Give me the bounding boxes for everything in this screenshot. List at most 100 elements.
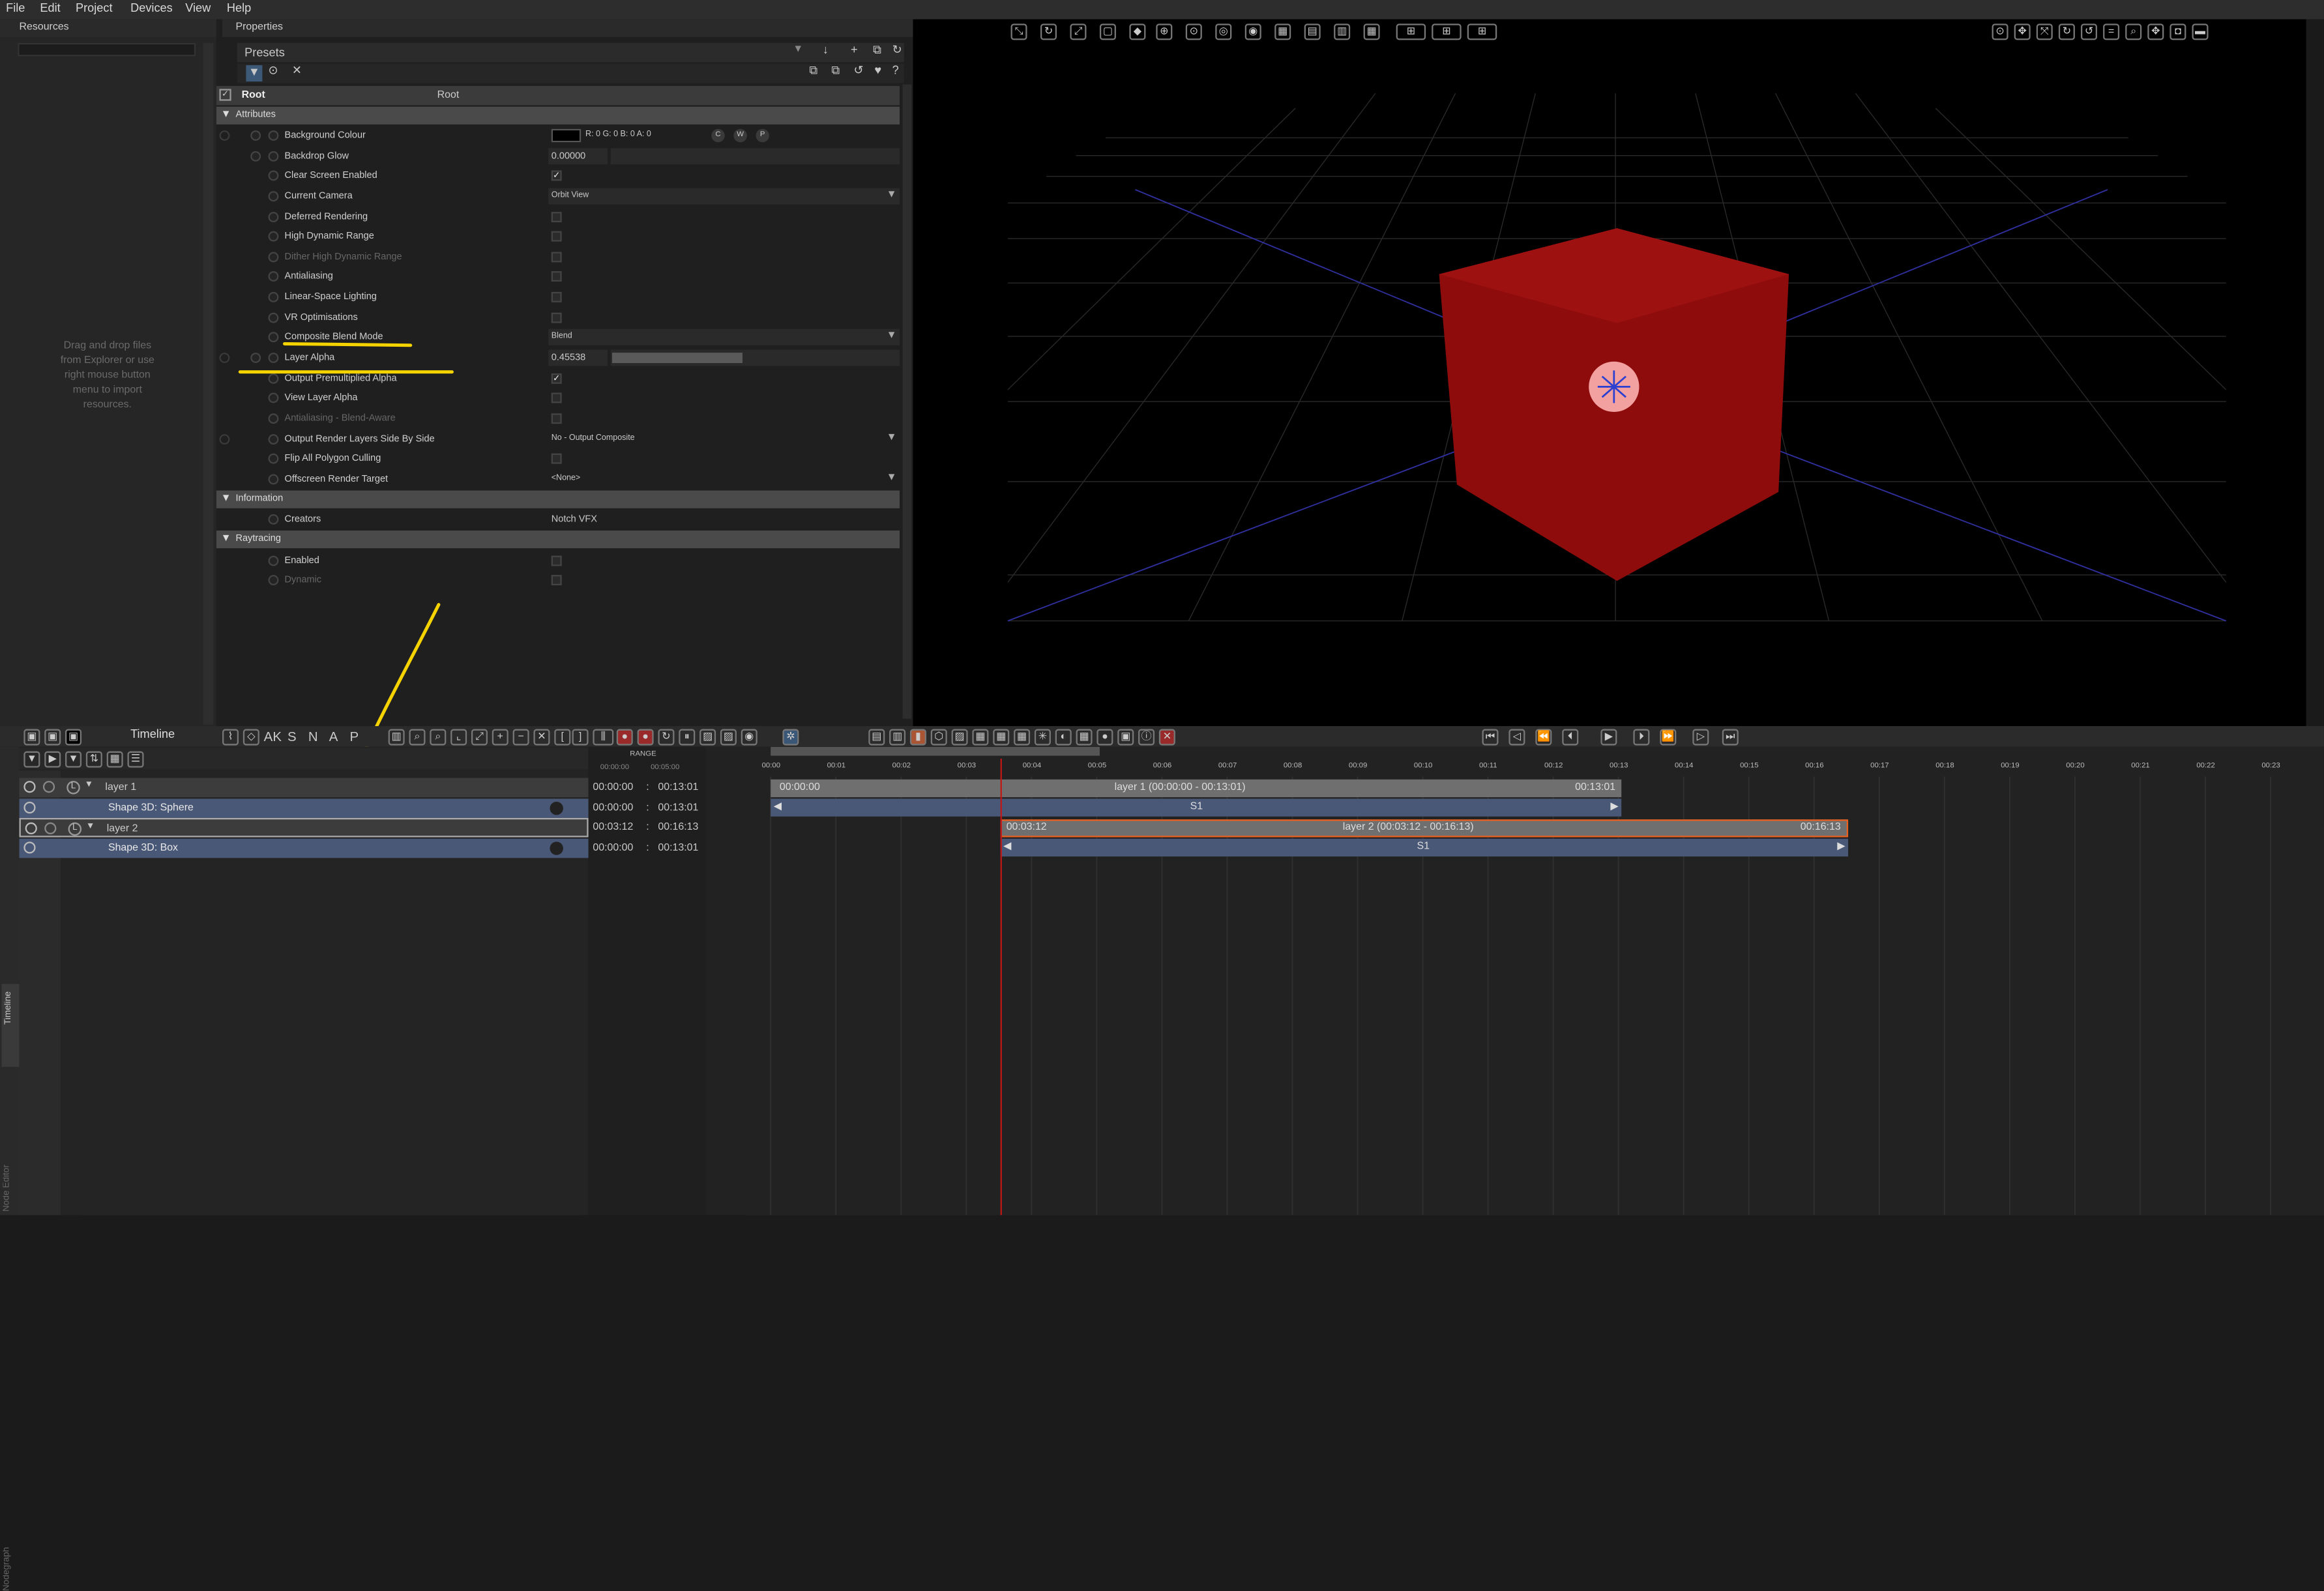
layer-row[interactable]: L ▼ layer 2	[19, 817, 589, 838]
solo-icon[interactable]	[42, 781, 55, 793]
fit-icon[interactable]: ⌞	[450, 729, 467, 746]
row-start[interactable]: 00:00:00	[593, 782, 633, 793]
trim-left-icon[interactable]: ◀	[774, 800, 782, 812]
viewport[interactable]: ⤡ ↻ ⤢ ▢ ◆ ⊕ ⊙ ◎ ◉ ▦ ▤ ▥ ▦ ⊞ ⊞ ⊞ ⊙ ✥ ⤧ ↻ …	[913, 19, 2324, 727]
collapse-icon[interactable]: ▼	[86, 823, 95, 832]
time-ruler[interactable]: 00:00 00:01 00:02 00:03 00:04 00:05 00:06 00:07…	[705, 757, 2324, 778]
scl-lock-icon[interactable]: ⊞	[1467, 23, 1497, 40]
stripe-icon[interactable]: ▨	[951, 729, 968, 746]
trim-right-icon[interactable]: ▶	[1837, 840, 1845, 852]
play-icon[interactable]: ▶	[44, 751, 61, 768]
light-icon[interactable]: ✳	[1034, 729, 1051, 746]
select-icon[interactable]: ▢	[1099, 23, 1116, 40]
info-icon[interactable]: ⓘ	[1138, 729, 1155, 746]
skip-end-icon[interactable]: ⏭	[1722, 729, 1739, 746]
stop-icon[interactable]: ✕	[1158, 729, 1175, 746]
trim-left-icon[interactable]: ◀	[1003, 840, 1011, 852]
curve-icon[interactable]: ⌇	[222, 729, 239, 746]
pan-icon[interactable]: ✥	[2147, 23, 2164, 40]
fast-forward-icon[interactable]: ⏩	[1660, 729, 1677, 746]
snap-toggle-ak[interactable]: AK	[264, 729, 282, 744]
skip-start-icon[interactable]: ⏮	[1482, 729, 1499, 746]
rotate-icon[interactable]: ↻	[1040, 23, 1057, 40]
clip-layer-2[interactable]: 00:03:12 layer 2 (00:03:12 - 00:16:13) 0…	[1000, 819, 1849, 838]
record-icon[interactable]: ◉	[741, 729, 758, 746]
clip-box[interactable]: ◀ S1 ▶	[1000, 838, 1849, 857]
range-start[interactable]: 00:00:00	[600, 763, 629, 772]
row-start[interactable]: 00:00:00	[593, 843, 633, 854]
range-end[interactable]: 00:05:00	[651, 763, 679, 772]
pos-lock-icon[interactable]: ⊞	[1396, 23, 1426, 40]
range-row[interactable]: 00:00:00:00:13:01	[593, 782, 698, 793]
remove-icon[interactable]: −	[512, 729, 529, 746]
row-end[interactable]: 00:13:01	[658, 803, 698, 813]
timeline-scrollbar[interactable]	[771, 746, 1100, 756]
layer-row[interactable]: Shape 3D: Box	[19, 838, 589, 858]
eye-icon[interactable]	[23, 841, 36, 854]
track-area[interactable]: 00:00 00:01 00:02 00:03 00:04 00:05 00:06 00:07…	[705, 746, 2324, 1216]
range-row[interactable]: 00:00:00:00:13:01	[593, 803, 698, 813]
grid-icon[interactable]: ▦	[1363, 23, 1380, 40]
box-icon[interactable]: ⬡	[930, 729, 947, 746]
lock-icon[interactable]: L	[68, 822, 82, 836]
solo-icon[interactable]	[44, 822, 57, 834]
snap-toggle-s[interactable]: S	[287, 729, 297, 744]
pause-icon[interactable]: ⏸	[679, 729, 696, 746]
tab-timeline[interactable]: Timeline	[1, 984, 20, 1067]
orbit-icon[interactable]: ⊙	[1185, 23, 1202, 40]
collapse-icon[interactable]: ▼	[85, 781, 94, 790]
pivot-icon[interactable]: ⊕	[1156, 23, 1173, 40]
row-start[interactable]: 00:00:00	[593, 803, 633, 813]
camera-icon[interactable]: ◉	[1244, 23, 1261, 40]
color-icon[interactable]: ▮	[909, 729, 926, 746]
bracket-left-icon[interactable]: [	[554, 729, 571, 746]
stats-icon[interactable]: ▤	[868, 729, 885, 746]
grid-icon[interactable]: ▥	[889, 729, 906, 746]
image-icon[interactable]: ▣	[1117, 729, 1134, 746]
collapse-icon[interactable]: ▼	[23, 751, 40, 768]
zoom-icon[interactable]: ⌕	[430, 729, 447, 746]
grid-icon[interactable]: ▦	[1014, 729, 1031, 746]
layout-icon[interactable]: ▣	[44, 729, 61, 746]
row-start[interactable]: 00:03:12	[593, 823, 633, 833]
eye-icon[interactable]	[23, 781, 36, 793]
row-end[interactable]: 00:16:13	[658, 823, 698, 833]
row-end[interactable]: 00:13:01	[658, 843, 698, 854]
snap-toggle-a[interactable]: A	[329, 729, 338, 744]
eye-icon[interactable]	[23, 801, 36, 814]
record-icon[interactable]: ●	[616, 729, 633, 746]
target-icon[interactable]: ⊙	[1992, 23, 2008, 40]
trim-right-icon[interactable]: ▶	[1610, 800, 1618, 812]
transform-icon[interactable]: ⤡	[1010, 23, 1027, 40]
playhead[interactable]	[1000, 759, 1002, 1216]
eye-icon[interactable]	[25, 822, 37, 834]
clip-sphere[interactable]: ◀ S1 ▶	[771, 798, 1622, 817]
next-marker-icon[interactable]: ▷	[1692, 729, 1709, 746]
clip-layer-1[interactable]: 00:00:00 layer 1 (00:00:00 - 00:13:01) 0…	[771, 779, 1622, 798]
rot-lock-icon[interactable]: ⊞	[1432, 23, 1462, 40]
step-back-icon[interactable]: ⏴	[1562, 729, 1579, 746]
range-row[interactable]: 00:00:00:00:13:01	[593, 843, 698, 854]
step-forward-icon[interactable]: ⏵	[1633, 729, 1650, 746]
rewind-icon[interactable]: ⏪	[1535, 729, 1552, 746]
loop-icon[interactable]: ↻	[658, 729, 675, 746]
grid-icon[interactable]: ▦	[1076, 729, 1093, 746]
add-icon[interactable]: +	[492, 729, 508, 746]
key-icon[interactable]: ◆	[1129, 23, 1146, 40]
settings-icon[interactable]: ✲	[782, 729, 799, 746]
snap-toggle-p[interactable]: P	[350, 729, 359, 744]
png-icon[interactable]: ▦	[972, 729, 989, 746]
layout-icon[interactable]: ▣	[65, 729, 82, 746]
screenshot-icon[interactable]: ◘	[2170, 23, 2186, 40]
list-icon[interactable]: ☰	[127, 751, 144, 768]
scale-icon[interactable]: ⤢	[471, 729, 488, 746]
sort-icon[interactable]: ⇅	[85, 751, 102, 768]
stripe-icon[interactable]: ▨	[699, 729, 716, 746]
prev-marker-icon[interactable]: ◁	[1508, 729, 1525, 746]
scale-icon[interactable]: ⤢	[1070, 23, 1087, 40]
record-icon[interactable]: ●	[637, 729, 654, 746]
range-row[interactable]: 00:03:12:00:16:13	[593, 823, 698, 833]
stripe-icon[interactable]: ▨	[720, 729, 737, 746]
shade-icon[interactable]: ◐	[1055, 729, 1072, 746]
equals-icon[interactable]: =	[2103, 23, 2120, 40]
